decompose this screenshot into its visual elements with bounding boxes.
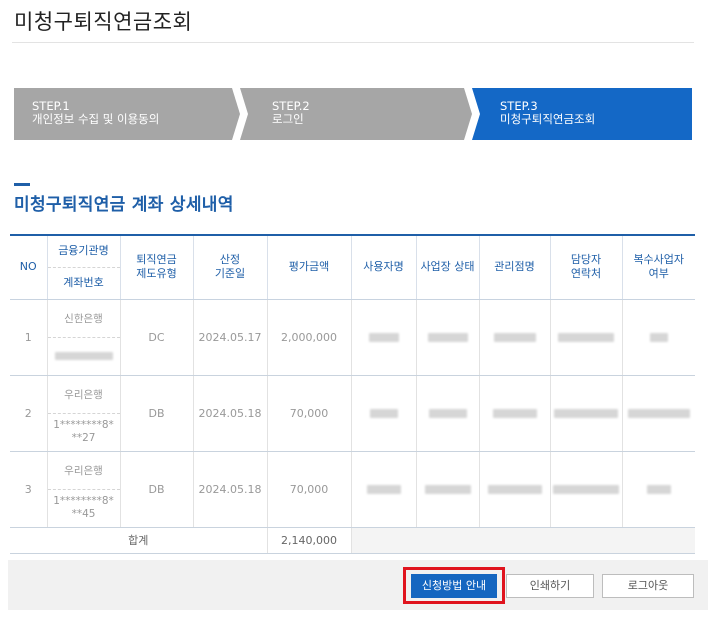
row-institution: 신한은행	[47, 299, 121, 338]
row-calc-date: 2024.05.17	[193, 299, 268, 376]
row-multi-redacted	[622, 375, 695, 452]
header-plan-type: 퇴직연금 제도유형	[120, 234, 194, 300]
section-title-marker	[14, 183, 30, 186]
page-title: 미청구퇴직연금조회	[14, 10, 193, 34]
row-calc-date: 2024.05.18	[193, 375, 268, 452]
total-row: 합계 2,140,000	[10, 527, 695, 554]
logout-button[interactable]: 로그아웃	[602, 574, 694, 598]
step-3: STEP.3 미청구퇴직연금조회	[472, 88, 692, 140]
chevron-right-icon	[234, 88, 248, 140]
application-guide-button[interactable]: 신청방법 안내	[411, 574, 497, 598]
step-progress: STEP.1 개인정보 수집 및 이용동의 STEP.2 로그인 STEP.3 …	[14, 88, 692, 140]
row-contact-redacted	[550, 299, 623, 376]
row-amount: 70,000	[267, 375, 352, 452]
header-institution: 금융기관명	[47, 234, 121, 268]
step-1: STEP.1 개인정보 수집 및 이용동의	[14, 88, 240, 140]
row-no: 1	[10, 299, 48, 376]
row-institution: 우리은행	[47, 375, 121, 414]
title-divider	[12, 42, 694, 43]
row-amount: 2,000,000	[267, 299, 352, 376]
step-3-label: 미청구퇴직연금조회	[500, 112, 596, 126]
row-plan-type: DC	[120, 299, 194, 376]
header-branch: 관리점명	[479, 234, 551, 300]
row-contact-redacted	[550, 375, 623, 452]
row-status-redacted	[416, 299, 480, 376]
header-calc-date: 산정 기준일	[193, 234, 268, 300]
row-no: 3	[10, 451, 48, 528]
row-branch-redacted	[479, 299, 551, 376]
account-detail-table: NO 금융기관명 퇴직연금 제도유형 산정 기준일 평가금액 사용자명 사업장 …	[10, 234, 695, 554]
table-row: 3 우리은행 DB 2024.05.18 70,000	[10, 451, 695, 528]
header-contact: 담당자 연락처	[550, 234, 623, 300]
total-label: 합계	[10, 527, 268, 554]
step-2-label: 로그인	[272, 112, 304, 126]
row-plan-type: DB	[120, 451, 194, 528]
step-1-label: 개인정보 수집 및 이용동의	[32, 112, 160, 126]
account-detail-table-wrapper: NO 금융기관명 퇴직연금 제도유형 산정 기준일 평가금액 사용자명 사업장 …	[10, 234, 695, 559]
chevron-right-icon	[466, 88, 480, 140]
row-institution: 우리은행	[47, 451, 121, 490]
table-row: 2 우리은행 DB 2024.05.18 70,000	[10, 375, 695, 452]
row-account-redacted	[47, 337, 121, 376]
row-employer-redacted	[351, 451, 417, 528]
row-branch-redacted	[479, 375, 551, 452]
total-filler	[351, 527, 695, 554]
header-no: NO	[10, 234, 48, 300]
section-title: 미청구퇴직연금 계좌 상세내역	[14, 195, 234, 215]
header-multi-employer: 복수사업자 여부	[622, 234, 695, 300]
total-amount: 2,140,000	[267, 527, 352, 554]
header-account: 계좌번호	[47, 267, 121, 300]
action-bar: 신청방법 안내 인쇄하기 로그아웃	[8, 560, 708, 610]
row-account: 1********8* **27	[47, 413, 121, 452]
row-employer-redacted	[351, 375, 417, 452]
row-status-redacted	[416, 451, 480, 528]
row-plan-type: DB	[120, 375, 194, 452]
row-multi-redacted	[622, 299, 695, 376]
row-contact-redacted	[550, 451, 623, 528]
row-multi-redacted	[622, 451, 695, 528]
step-2: STEP.2 로그인	[240, 88, 472, 140]
row-amount: 70,000	[267, 451, 352, 528]
row-employer-redacted	[351, 299, 417, 376]
row-account: 1********8* **45	[47, 489, 121, 528]
row-status-redacted	[416, 375, 480, 452]
row-branch-redacted	[479, 451, 551, 528]
header-employer: 사용자명	[351, 234, 417, 300]
row-no: 2	[10, 375, 48, 452]
row-calc-date: 2024.05.18	[193, 451, 268, 528]
header-amount: 평가금액	[267, 234, 352, 300]
header-workplace-status: 사업장 상태	[416, 234, 480, 300]
table-row: 1 신한은행 DC 2024.05.17 2,000,000	[10, 299, 695, 376]
print-button[interactable]: 인쇄하기	[506, 574, 594, 598]
